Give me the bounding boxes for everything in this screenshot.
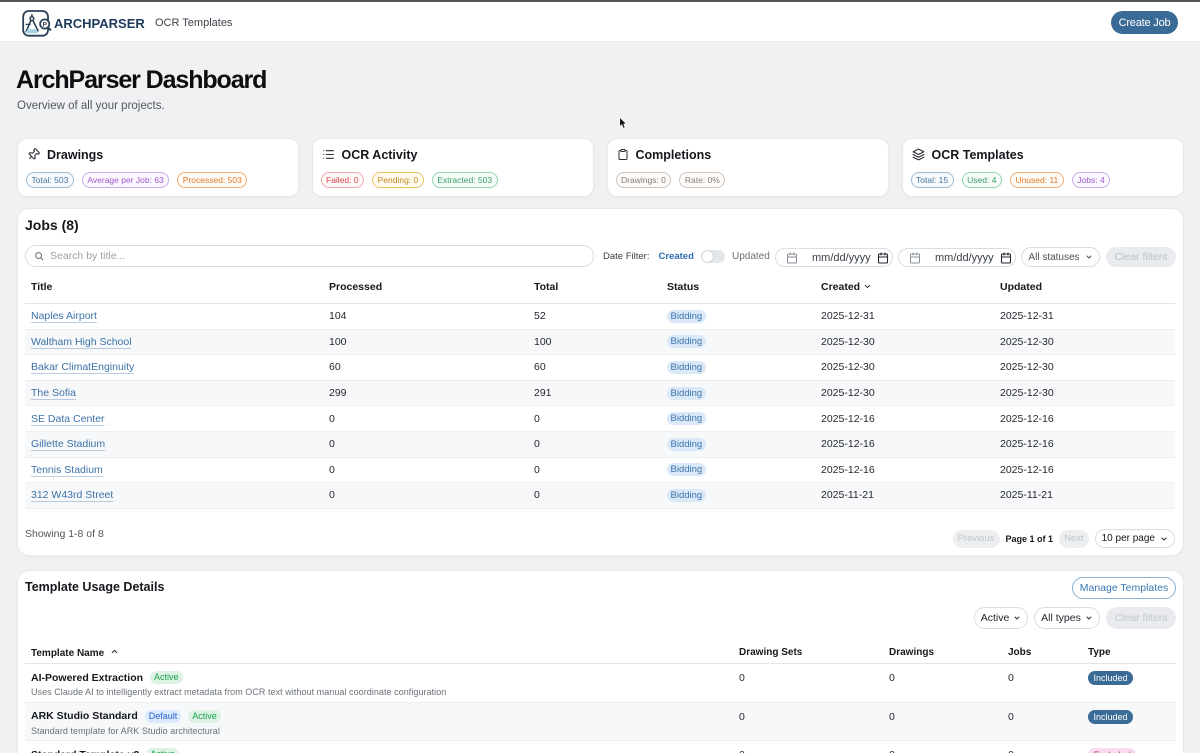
svg-text:P: P — [43, 21, 48, 28]
